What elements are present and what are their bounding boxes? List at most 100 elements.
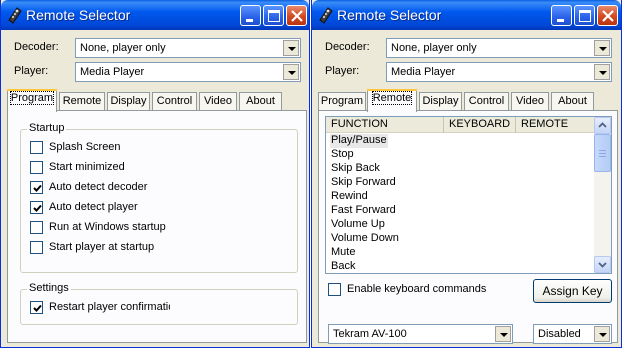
- checkbox-label: Run at Windows startup: [49, 221, 166, 233]
- list-item[interactable]: Mute: [330, 246, 356, 260]
- tab-label: Control: [156, 95, 193, 107]
- tab-video[interactable]: Video: [511, 92, 549, 111]
- scroll-up-button[interactable]: [594, 117, 611, 134]
- list-item[interactable]: Volume Up: [330, 218, 386, 232]
- player-value: Media Player: [391, 66, 456, 78]
- decoder-select[interactable]: None, player only: [75, 38, 301, 58]
- minimize-icon: [557, 19, 564, 22]
- checkbox-checked[interactable]: [30, 181, 43, 194]
- decoder-value: None, player only: [80, 42, 166, 54]
- chevron-down-icon[interactable]: [594, 40, 610, 56]
- window-title: Remote Selector: [337, 7, 442, 23]
- tab-about[interactable]: About: [239, 92, 282, 111]
- list-item[interactable]: Stop: [330, 148, 355, 162]
- remote-selector-window-program: Remote Selector Decoder: None, player on…: [0, 0, 310, 348]
- decoder-select[interactable]: None, player only: [386, 38, 612, 58]
- maximize-button[interactable]: [263, 5, 284, 26]
- checkbox-unchecked[interactable]: [30, 221, 43, 234]
- tab-remote[interactable]: Remote: [59, 92, 105, 111]
- tab-remote[interactable]: Remote: [367, 89, 417, 112]
- tab-label: Remote: [62, 95, 102, 107]
- checkmark-icon: [33, 304, 42, 312]
- column-header-remote[interactable]: REMOTE: [516, 117, 596, 133]
- checkbox-checked[interactable]: [30, 201, 43, 214]
- checkbox-label: Auto detect decoder: [49, 181, 148, 193]
- remote-tab-panel: FUNCTION KEYBOARD REMOTE Play/Pause Stop S…: [318, 110, 618, 344]
- checkmark-icon: [33, 184, 42, 192]
- title-bar[interactable]: Remote Selector: [1, 0, 309, 30]
- column-header-function[interactable]: FUNCTION: [326, 117, 444, 133]
- checkbox-label: Restart player confirmation: [49, 301, 170, 313]
- close-icon: [602, 10, 614, 22]
- grip-line: [599, 156, 606, 157]
- checkbox-unchecked[interactable]: [328, 283, 341, 296]
- remote-model-select[interactable]: Tekram AV-100: [328, 324, 513, 344]
- player-label: Player:: [14, 65, 49, 77]
- list-item[interactable]: Skip Back: [330, 162, 381, 176]
- checkbox-label: Start player at startup: [49, 241, 155, 253]
- list-item[interactable]: Skip Forward: [330, 176, 397, 190]
- tab-about[interactable]: About: [551, 92, 594, 111]
- player-select[interactable]: Media Player: [386, 62, 612, 82]
- close-button[interactable]: [286, 5, 307, 26]
- tab-video[interactable]: Video: [199, 92, 237, 111]
- list-item[interactable]: Volume Down: [330, 232, 400, 246]
- startup-group: Startup Splash Screen Start minimized Auto…: [20, 122, 298, 273]
- startup-group-title: Startup: [27, 122, 67, 134]
- minimize-button[interactable]: [240, 5, 261, 26]
- tab-label: Control: [468, 95, 505, 107]
- tab-display[interactable]: Display: [107, 92, 150, 111]
- maximize-icon: [268, 10, 280, 22]
- mode-select[interactable]: Disabled: [533, 324, 612, 344]
- maximize-button[interactable]: [574, 5, 595, 26]
- tab-program[interactable]: Program: [318, 92, 366, 111]
- tab-label: About: [558, 95, 587, 107]
- scroll-down-button[interactable]: [594, 256, 611, 273]
- chevron-down-icon[interactable]: [283, 64, 299, 80]
- program-tab-panel: Startup Splash Screen Start minimized Auto…: [7, 110, 307, 343]
- tab-strip: Program Remote Display Control Video Abo…: [318, 89, 618, 112]
- vertical-scrollbar[interactable]: [594, 117, 611, 273]
- tab-label: Display: [422, 95, 459, 107]
- minimize-button[interactable]: [551, 5, 572, 26]
- list-item[interactable]: Play/Pause: [330, 134, 388, 148]
- tab-control[interactable]: Control: [464, 92, 509, 111]
- checkbox-unchecked[interactable]: [30, 241, 43, 254]
- tab-label: Display: [110, 95, 147, 107]
- tab-label: About: [246, 95, 275, 107]
- tab-strip: Program Remote Display Control Video Abo…: [7, 89, 307, 112]
- chevron-down-icon[interactable]: [283, 40, 299, 56]
- list-item[interactable]: Fast Forward: [330, 204, 397, 218]
- player-select[interactable]: Media Player: [75, 62, 301, 82]
- close-icon: [291, 10, 303, 22]
- list-header: FUNCTION KEYBOARD REMOTE: [326, 117, 594, 133]
- chevron-up-icon: [598, 122, 607, 128]
- tab-control[interactable]: Control: [152, 92, 197, 111]
- remote-control-app-icon: [319, 7, 333, 24]
- function-list[interactable]: FUNCTION KEYBOARD REMOTE Play/Pause Stop S…: [325, 116, 612, 274]
- grip-line: [599, 150, 606, 151]
- tab-label: Program: [9, 91, 55, 105]
- title-bar[interactable]: Remote Selector: [312, 0, 621, 30]
- settings-group-title: Settings: [27, 282, 71, 294]
- checkbox-label: Auto detect player: [49, 201, 138, 213]
- list-item[interactable]: Back: [330, 260, 356, 273]
- tab-display[interactable]: Display: [419, 92, 462, 111]
- checkbox-unchecked[interactable]: [30, 141, 43, 154]
- assign-key-button[interactable]: Assign Key: [533, 279, 612, 303]
- chevron-down-icon[interactable]: [495, 326, 511, 342]
- column-header-keyboard[interactable]: KEYBOARD: [444, 117, 516, 133]
- scroll-thumb[interactable]: [594, 134, 611, 172]
- checkbox-checked[interactable]: [30, 301, 43, 314]
- close-button[interactable]: [597, 5, 618, 26]
- list-item[interactable]: Rewind: [330, 190, 369, 204]
- player-value: Media Player: [80, 66, 145, 78]
- settings-group: Settings Restart player confirmation: [20, 282, 298, 325]
- tab-label: Video: [204, 95, 232, 107]
- minimize-icon: [246, 19, 253, 22]
- checkbox-unchecked[interactable]: [30, 161, 43, 174]
- tab-program[interactable]: Program: [7, 89, 57, 112]
- chevron-down-icon[interactable]: [594, 326, 610, 342]
- chevron-down-icon[interactable]: [594, 64, 610, 80]
- remote-model-value: Tekram AV-100: [333, 328, 407, 340]
